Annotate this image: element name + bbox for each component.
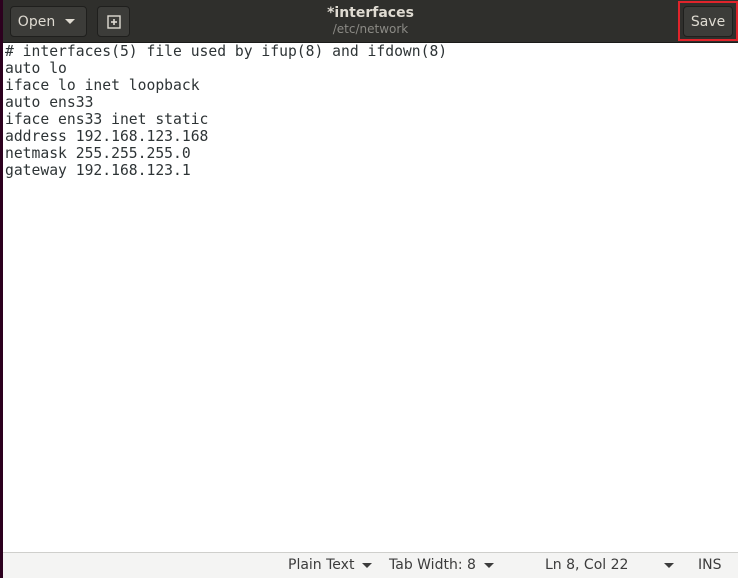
document-title: *interfaces <box>327 5 414 21</box>
open-button-label: Open <box>17 13 56 30</box>
insert-mode-indicator[interactable]: INS <box>698 557 722 573</box>
window-title-area: *interfaces /etc/network <box>203 4 538 36</box>
language-label: Plain Text <box>288 557 355 573</box>
tab-width-label: Tab Width: 8 <box>389 557 476 573</box>
new-document-button[interactable] <box>97 6 130 37</box>
editor-line: auto lo <box>5 60 67 77</box>
cursor-position-label: Ln 8, Col 22 <box>545 557 629 573</box>
open-button[interactable]: Open <box>10 6 87 37</box>
insert-mode-label: INS <box>698 557 722 573</box>
editor-line: iface ens33 inet static <box>5 111 209 128</box>
chevron-down-icon <box>483 562 494 568</box>
text-editor-window: Open *interfaces /etc/network Save # int… <box>3 0 738 578</box>
editor-line: # interfaces(5) file used by ifup(8) and… <box>5 43 448 60</box>
language-selector[interactable]: Plain Text <box>288 557 373 573</box>
tab-width-selector[interactable]: Tab Width: 8 <box>389 557 494 573</box>
document-path: /etc/network <box>332 22 409 36</box>
new-document-icon <box>106 14 121 29</box>
editor-line: gateway 192.168.123.1 <box>5 162 191 179</box>
editor-line: auto ens33 <box>5 94 94 111</box>
text-editor-area[interactable]: # interfaces(5) file used by ifup(8) and… <box>3 43 738 551</box>
status-bar: Plain Text Tab Width: 8 Ln 8, Col 22 INS <box>3 552 738 578</box>
header-bar: Open *interfaces /etc/network Save <box>3 0 738 43</box>
chevron-down-icon <box>664 562 675 568</box>
save-button-highlight <box>678 1 738 41</box>
chevron-down-icon <box>65 19 76 24</box>
chevron-down-icon <box>362 562 373 568</box>
editor-line: netmask 255.255.255.0 <box>5 145 191 162</box>
editor-line: iface lo inet loopback <box>5 77 200 94</box>
editor-line: address 192.168.123.168 <box>5 128 209 145</box>
cursor-position-selector[interactable]: Ln 8, Col 22 <box>545 557 675 573</box>
